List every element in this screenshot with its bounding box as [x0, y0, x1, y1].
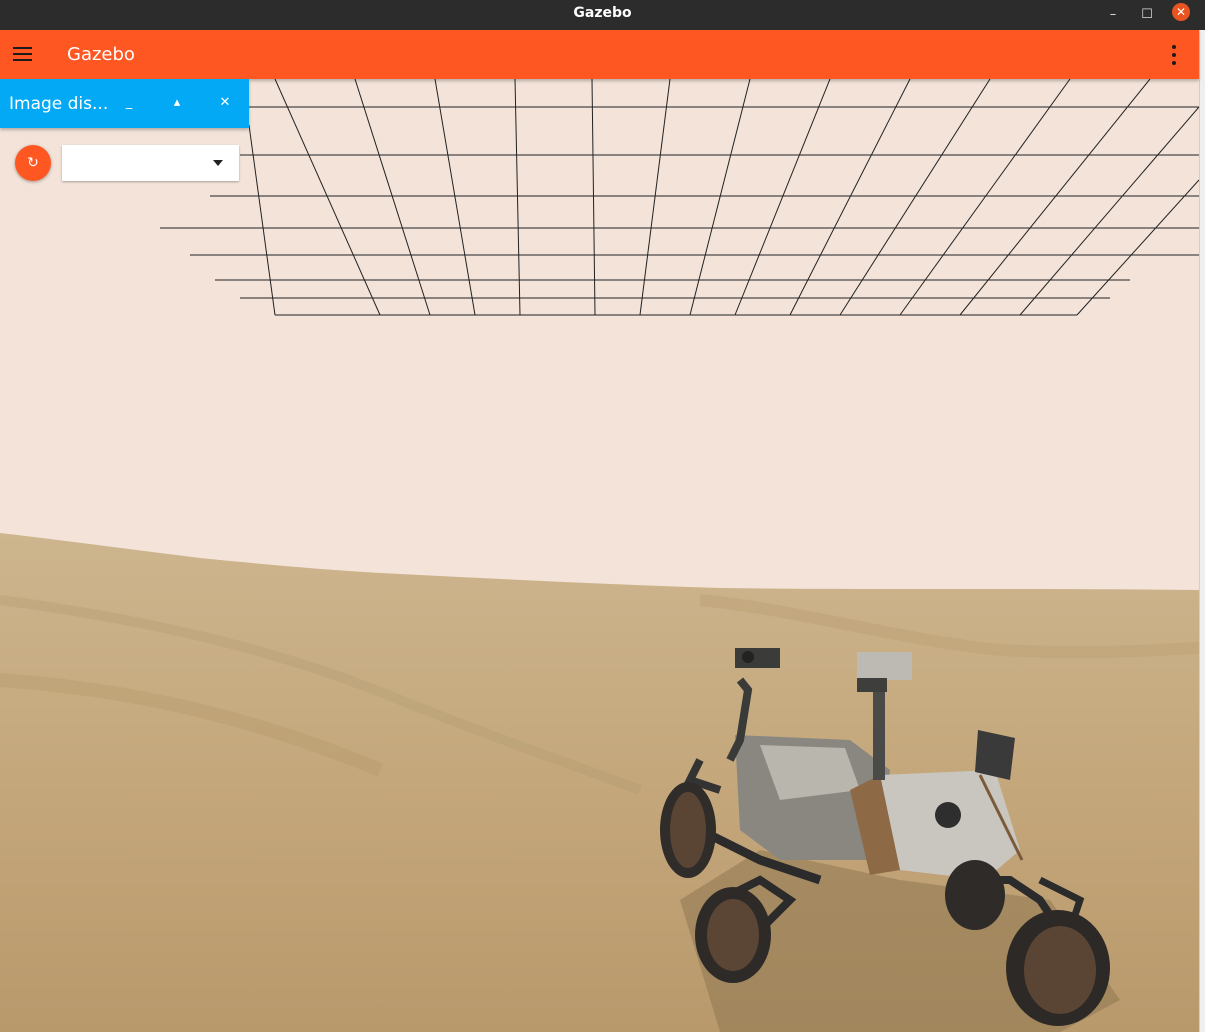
plugin-undock-button[interactable]: ▴	[165, 91, 189, 115]
plugin-close-button[interactable]: ✕	[213, 91, 237, 115]
chevron-down-icon	[213, 160, 223, 166]
plugin-minimize-button[interactable]: _	[117, 91, 141, 115]
window-titlebar: Gazebo – ☐ ✕	[0, 0, 1205, 30]
hamburger-icon[interactable]	[13, 47, 32, 62]
window-title: Gazebo	[573, 5, 632, 21]
app-bar: Gazebo	[0, 30, 1199, 79]
window-minimize-button[interactable]: –	[1102, 4, 1124, 26]
image-topic-select[interactable]	[62, 145, 239, 181]
refresh-topics-button[interactable]: ↻	[15, 145, 51, 181]
scene-3d-view[interactable]	[0, 79, 1199, 1032]
window-close-button[interactable]: ✕	[1172, 3, 1190, 21]
window-maximize-button[interactable]: ☐	[1136, 4, 1158, 26]
image-display-header[interactable]: Image dis... _ ▴ ✕	[0, 79, 249, 128]
scene-render	[0, 79, 1199, 1032]
app-title: Gazebo	[67, 44, 135, 65]
image-display-title: Image dis...	[9, 94, 109, 114]
right-panel-edge[interactable]	[1199, 30, 1205, 1032]
kebab-icon[interactable]	[1169, 45, 1179, 65]
